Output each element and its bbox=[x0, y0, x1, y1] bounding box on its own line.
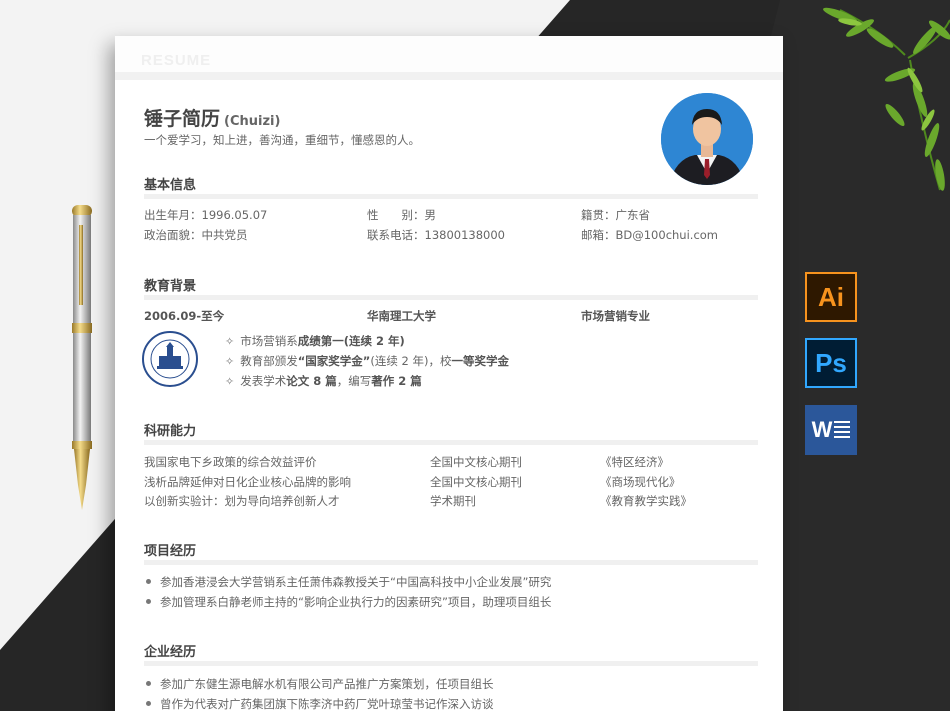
section-title-projects: 项目经历 bbox=[144, 544, 197, 559]
word-icon: W bbox=[805, 405, 857, 455]
section-title-education: 教育背景 bbox=[144, 279, 197, 294]
resume-paper: RESUME 锤子简历 (Chuizi) 一个爱学习，知上进，善沟通，重细节，懂… bbox=[115, 36, 783, 711]
project-item: 参加香港浸会大学营销系主任萧伟森教授关于“中国高科技中小企业发展”研究 bbox=[146, 574, 551, 590]
hometown: 籍贯：广东省 bbox=[581, 208, 650, 222]
education-honor-2: ✧ 教育部颁发“国家奖学金”(连续 2 年)，校一等奖学金 bbox=[225, 354, 509, 368]
research-journal: 《教育教学实践》 bbox=[600, 494, 692, 508]
research-level: 全国中文核心期刊 bbox=[430, 455, 522, 469]
university-seal-icon bbox=[142, 331, 198, 387]
research-level: 学术期刊 bbox=[430, 494, 476, 508]
bullet-icon bbox=[146, 681, 151, 686]
paper-header-strip bbox=[115, 36, 783, 80]
illustrator-icon: Ai bbox=[805, 272, 857, 322]
diamond-icon: ✧ bbox=[225, 375, 235, 388]
bullet-icon bbox=[146, 579, 151, 584]
enterprise-item: 参加广东健生源电解水机有限公司产品推广方案策划，任项目组长 bbox=[146, 676, 494, 692]
resume-watermark: RESUME bbox=[141, 52, 212, 69]
research-topic: 浅析品牌延伸对日化企业核心品牌的影响 bbox=[144, 475, 351, 489]
project-item: 参加管理系白静老师主持的“影响企业执行力的因素研究”项目，助理项目组长 bbox=[146, 594, 551, 610]
research-topic: 以创新实验计：划为导向培养创新人才 bbox=[144, 494, 340, 508]
political-status: 政治面貌：中共党员 bbox=[144, 228, 248, 242]
section-divider bbox=[144, 661, 758, 666]
gender: 性 别：男 bbox=[367, 208, 436, 222]
research-level: 全国中文核心期刊 bbox=[430, 475, 522, 489]
section-title-enterprise: 企业经历 bbox=[144, 645, 197, 660]
section-divider bbox=[144, 194, 758, 199]
education-honor-3: ✧ 发表学术论文 8 篇，编写著作 2 篇 bbox=[225, 374, 422, 388]
name-en: (Chuizi) bbox=[224, 114, 281, 129]
diamond-icon: ✧ bbox=[225, 335, 235, 348]
name: 锤子简历 bbox=[144, 108, 221, 130]
pen-icon bbox=[72, 205, 92, 510]
motto: 一个爱学习，知上进，善沟通，重细节，懂感恩的人。 bbox=[144, 133, 420, 147]
diamond-icon: ✧ bbox=[225, 355, 235, 368]
name-line: 锤子简历 (Chuizi) bbox=[144, 104, 280, 131]
section-divider bbox=[144, 560, 758, 565]
research-topic: 我国家电下乡政策的综合效益评价 bbox=[144, 455, 317, 469]
plant-icon bbox=[823, 7, 950, 191]
education-honor-1: ✧ 市场营销系成绩第一(连续 2 年) bbox=[225, 334, 405, 348]
bullet-icon bbox=[146, 701, 151, 706]
section-title-basic: 基本信息 bbox=[144, 178, 197, 193]
section-divider bbox=[144, 440, 758, 445]
section-divider bbox=[144, 295, 758, 300]
section-title-research: 科研能力 bbox=[144, 424, 197, 439]
education-school: 华南理工大学 bbox=[367, 309, 436, 323]
birth-date: 出生年月：1996.05.07 bbox=[144, 208, 268, 222]
email: 邮箱：BD@100chui.com bbox=[581, 228, 719, 242]
enterprise-item: 曾作为代表对广药集团旗下陈李济中药厂党叶琼莹书记作深入访谈 bbox=[146, 696, 494, 711]
avatar bbox=[661, 93, 753, 185]
photoshop-icon: Ps bbox=[805, 338, 857, 388]
bullet-icon bbox=[146, 599, 151, 604]
education-major: 市场营销专业 bbox=[581, 309, 650, 323]
education-period: 2006.09-至今 bbox=[144, 309, 225, 323]
phone: 联系电话：13800138000 bbox=[367, 228, 505, 242]
research-journal: 《特区经济》 bbox=[600, 455, 669, 469]
research-journal: 《商场现代化》 bbox=[600, 475, 681, 489]
